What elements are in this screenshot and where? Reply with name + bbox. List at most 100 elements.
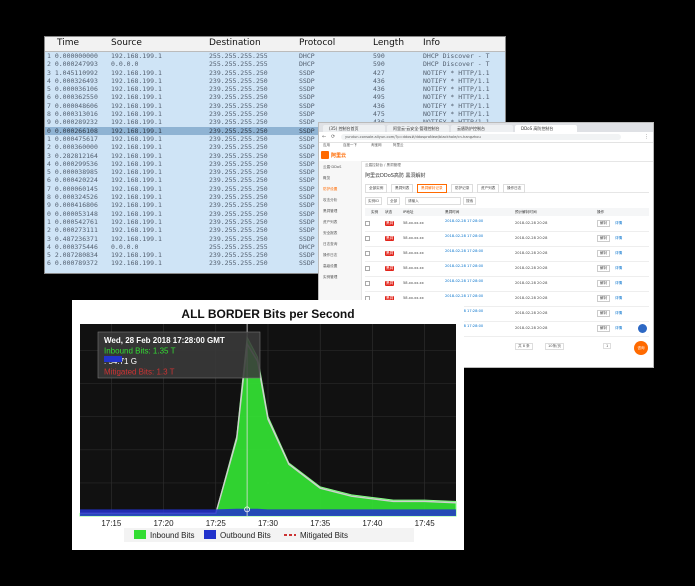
time-cell[interactable]: 2018-02-28 17:28:00 xyxy=(445,249,483,253)
sidebar-item[interactable]: 实例管理 xyxy=(323,275,337,280)
unblock-button[interactable]: 解封 xyxy=(597,220,611,227)
sidebar-item[interactable]: 日志查询 xyxy=(323,242,337,247)
packet-row[interactable]: 8 0.000313016 192.168.199.1 239.255.255.25… xyxy=(45,110,505,118)
bookmark-item[interactable]: 阿里云 xyxy=(393,143,404,148)
page-size-select[interactable]: 10条/页 xyxy=(545,343,564,350)
detail-link[interactable]: 详情 xyxy=(615,221,622,226)
detail-link[interactable]: 详情 xyxy=(615,311,622,316)
sub-tab[interactable]: 资产列表 xyxy=(477,184,500,193)
sidebar-item[interactable]: 操作日志 xyxy=(323,253,337,258)
reload-icon[interactable]: ⟳ xyxy=(331,134,335,140)
detail-link[interactable]: 详情 xyxy=(615,266,622,271)
sidebar-item[interactable]: 防护设置 xyxy=(323,187,337,192)
time-cell[interactable]: 2018-02-28 17:28:00 xyxy=(445,264,483,268)
tooltip-outbound-swatch xyxy=(104,356,122,362)
sidebar-item[interactable]: 概览 xyxy=(323,176,330,181)
browser-tab-active[interactable]: DDoS 高防控制台 xyxy=(515,125,577,132)
sub-tab[interactable]: 防护记录 xyxy=(451,184,474,193)
column-time[interactable]: Time xyxy=(57,38,79,48)
column-length[interactable]: Length xyxy=(373,38,404,48)
unblock-button[interactable]: 解封 xyxy=(597,295,611,302)
sidebar-item[interactable]: 高级设置 xyxy=(323,264,337,269)
browser-tab[interactable]: 阿里云·云安全·管理控制台 xyxy=(387,125,449,132)
back-icon[interactable]: ← xyxy=(322,134,326,140)
packet-cell: 192.168.199.1 xyxy=(111,168,162,177)
page-number[interactable]: 1 xyxy=(603,343,612,349)
packet-cell: 7 0.000048606 xyxy=(47,101,98,110)
sub-tab[interactable]: 黑洞解封记录 xyxy=(417,184,447,193)
unblock-button[interactable]: 解封 xyxy=(597,250,611,257)
x-tick-label: 17:30 xyxy=(258,519,279,528)
search-button[interactable]: 搜索 xyxy=(463,197,477,205)
sub-tab[interactable]: 操作日志 xyxy=(503,184,526,193)
x-tick-label: 17:25 xyxy=(206,519,227,528)
url-input[interactable]: yundun.console.aliyun.com/?p=ddos#/ddosp… xyxy=(341,134,621,140)
packet-row[interactable]: 5 0.000036106 192.168.199.1 239.255.255.25… xyxy=(45,85,505,93)
aliyun-logo-icon[interactable] xyxy=(321,151,329,159)
row-checkbox[interactable] xyxy=(365,281,370,286)
packet-cell: NOTIFY * HTTP/1.1 xyxy=(423,76,490,85)
packet-row[interactable]: 7 0.000048606 192.168.199.1 239.255.255.25… xyxy=(45,102,505,110)
search-input[interactable]: 请输入 xyxy=(405,197,461,205)
browser-tab[interactable]: 云盾防护控制台 xyxy=(451,125,513,132)
sidebar-item[interactable]: 安全报表 xyxy=(323,231,337,236)
detail-link[interactable]: 详情 xyxy=(615,326,622,331)
row-checkbox[interactable] xyxy=(365,236,370,241)
packet-cell: SSDP xyxy=(299,110,315,119)
detail-link[interactable]: 详情 xyxy=(615,236,622,241)
status-badge: 黑洞 xyxy=(385,236,395,241)
row-checkbox[interactable] xyxy=(365,266,370,271)
legend-label[interactable]: Inbound Bits xyxy=(150,531,194,540)
column-info[interactable]: Info xyxy=(423,38,440,48)
bookmark-item[interactable]: 应用 xyxy=(323,143,330,148)
packet-row[interactable]: 3 1.045110992 192.168.199.1 239.255.255.25… xyxy=(45,69,505,77)
bookmark-item[interactable]: 淘宝网 xyxy=(371,143,382,148)
time-cell[interactable]: 2018-02-28 17:28:00 xyxy=(445,219,483,223)
sub-tab[interactable]: 黑洞列表 xyxy=(391,184,414,193)
tooltip-line: Mitigated Bits: 1.3 T xyxy=(104,368,175,377)
detail-link[interactable]: 详情 xyxy=(615,296,622,301)
packet-cell: 192.168.199.1 xyxy=(111,259,162,268)
row-checkbox[interactable] xyxy=(365,251,370,256)
packet-row[interactable]: 2 0.000247993 0.0.0.0 255.255.255.255 DHCP 5… xyxy=(45,60,505,68)
breadcrumb: 云盾控制台 / 黑洞管理 xyxy=(365,163,401,167)
filter-status-select[interactable]: 全部 xyxy=(387,197,401,205)
detail-link[interactable]: 详情 xyxy=(615,281,622,286)
legend-label[interactable]: Mitigated Bits xyxy=(300,531,348,540)
row-checkbox[interactable] xyxy=(365,221,370,226)
packet-row[interactable]: 6 0.000362550 192.168.199.1 239.255.255.25… xyxy=(45,93,505,101)
packet-row[interactable]: 4 0.000326493 192.168.199.1 239.255.255.25… xyxy=(45,77,505,85)
legend-label[interactable]: Outbound Bits xyxy=(220,531,271,540)
time-cell[interactable]: 2018-02-28 17:28:00 xyxy=(445,279,483,283)
sidebar-item[interactable]: 攻击分析 xyxy=(323,198,337,203)
browser-tab[interactable]: (35) 控制台首页 xyxy=(323,125,385,132)
unblock-button[interactable]: 解封 xyxy=(597,265,611,272)
detail-link[interactable]: 详情 xyxy=(615,251,622,256)
status-badge: 黑洞 xyxy=(385,251,395,256)
end-time-cell: 2018-02-28 20:28 xyxy=(515,326,548,330)
sidebar-item[interactable]: 资产列表 xyxy=(323,220,337,225)
consult-button[interactable]: 咨询 xyxy=(634,341,648,355)
unblock-button[interactable]: 解封 xyxy=(597,310,611,317)
filter-field-select[interactable]: 实例ID xyxy=(365,197,383,205)
sidebar-item[interactable]: 黑洞管理 xyxy=(323,209,337,214)
unblock-button[interactable]: 解封 xyxy=(597,325,611,332)
unblock-button[interactable]: 解封 xyxy=(597,280,611,287)
column-source[interactable]: Source xyxy=(111,38,142,48)
table-header-cell: 黑洞时间 xyxy=(445,210,460,214)
time-cell[interactable]: 2018-02-28 17:28:00 xyxy=(445,234,483,238)
menu-icon[interactable]: ⋮ xyxy=(644,134,649,140)
sidebar-item[interactable]: 云盾·DDoS xyxy=(323,165,341,170)
time-cell[interactable]: 2018-02-28 17:28:00 xyxy=(445,294,483,298)
browser-tab-strip: (35) 控制台首页 阿里云·云安全·管理控制台 云盾防护控制台 DDoS 高防… xyxy=(319,123,653,132)
packet-cell: 239.255.255.250 xyxy=(209,226,268,235)
packet-cell: 192.168.199.1 xyxy=(111,193,162,202)
packet-row[interactable]: 1 0.000000000 192.168.199.1 255.255.255.25… xyxy=(45,52,505,60)
column-destination[interactable]: Destination xyxy=(209,38,261,48)
help-icon[interactable] xyxy=(638,324,647,333)
unblock-button[interactable]: 解封 xyxy=(597,235,611,242)
packet-cell: 6 0.000420224 xyxy=(47,176,98,185)
sub-tab[interactable]: 全部实例 xyxy=(365,184,388,193)
column-protocol[interactable]: Protocol xyxy=(299,38,335,48)
bookmark-item[interactable]: 百度一下 xyxy=(343,143,357,148)
